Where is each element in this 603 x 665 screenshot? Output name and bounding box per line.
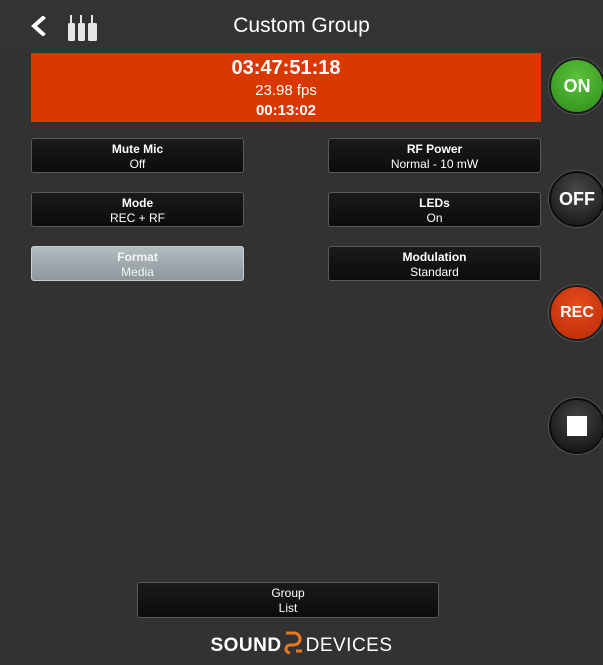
group-list-label-line2: List xyxy=(278,601,298,615)
stop-icon xyxy=(567,416,587,436)
button-label: LEDs xyxy=(419,196,450,210)
button-label: Modulation xyxy=(402,250,467,264)
mode-button[interactable]: Mode REC + RF xyxy=(31,192,244,227)
group-list-label-line1: Group xyxy=(271,586,305,600)
format-media-button[interactable]: Format Media xyxy=(31,246,244,281)
button-value: On xyxy=(426,211,443,225)
button-value: Media xyxy=(121,265,154,279)
modulation-button[interactable]: Modulation Standard xyxy=(328,246,541,281)
button-value: REC + RF xyxy=(109,211,165,225)
sound-devices-logo-icon xyxy=(284,631,302,655)
record-button[interactable]: REC xyxy=(549,285,603,341)
page-title: Custom Group xyxy=(233,14,370,37)
stop-button[interactable] xyxy=(549,398,603,454)
button-label: Format xyxy=(117,250,158,264)
frame-rate: 23.98 fps xyxy=(255,82,317,99)
brand-part1: SOUND xyxy=(210,635,282,656)
timecode-panel: 03:47:51:18 23.98 fps 00:13:02 xyxy=(31,53,541,122)
rf-power-button[interactable]: RF Power Normal - 10 mW xyxy=(328,138,541,173)
on-button[interactable]: ON xyxy=(549,58,603,114)
brand-part2: DEVICES xyxy=(305,635,393,656)
record-duration: 00:13:02 xyxy=(255,102,317,119)
button-value: Standard xyxy=(410,265,459,279)
group-list-button[interactable]: Group List xyxy=(137,582,439,618)
header-bar: Custom Group xyxy=(0,0,603,48)
button-value: Normal - 10 mW xyxy=(390,157,479,171)
button-label: Mute Mic xyxy=(111,142,164,156)
brand-logo: SOUND DEVICES xyxy=(0,630,603,657)
mute-mic-button[interactable]: Mute Mic Off xyxy=(31,138,244,173)
leds-button[interactable]: LEDs On xyxy=(328,192,541,227)
button-label: RF Power xyxy=(406,142,463,156)
off-button[interactable]: OFF xyxy=(549,171,603,227)
timecode-display: 03:47:51:18 xyxy=(231,57,341,79)
button-label: Mode xyxy=(121,196,154,210)
button-value: Off xyxy=(129,157,146,171)
